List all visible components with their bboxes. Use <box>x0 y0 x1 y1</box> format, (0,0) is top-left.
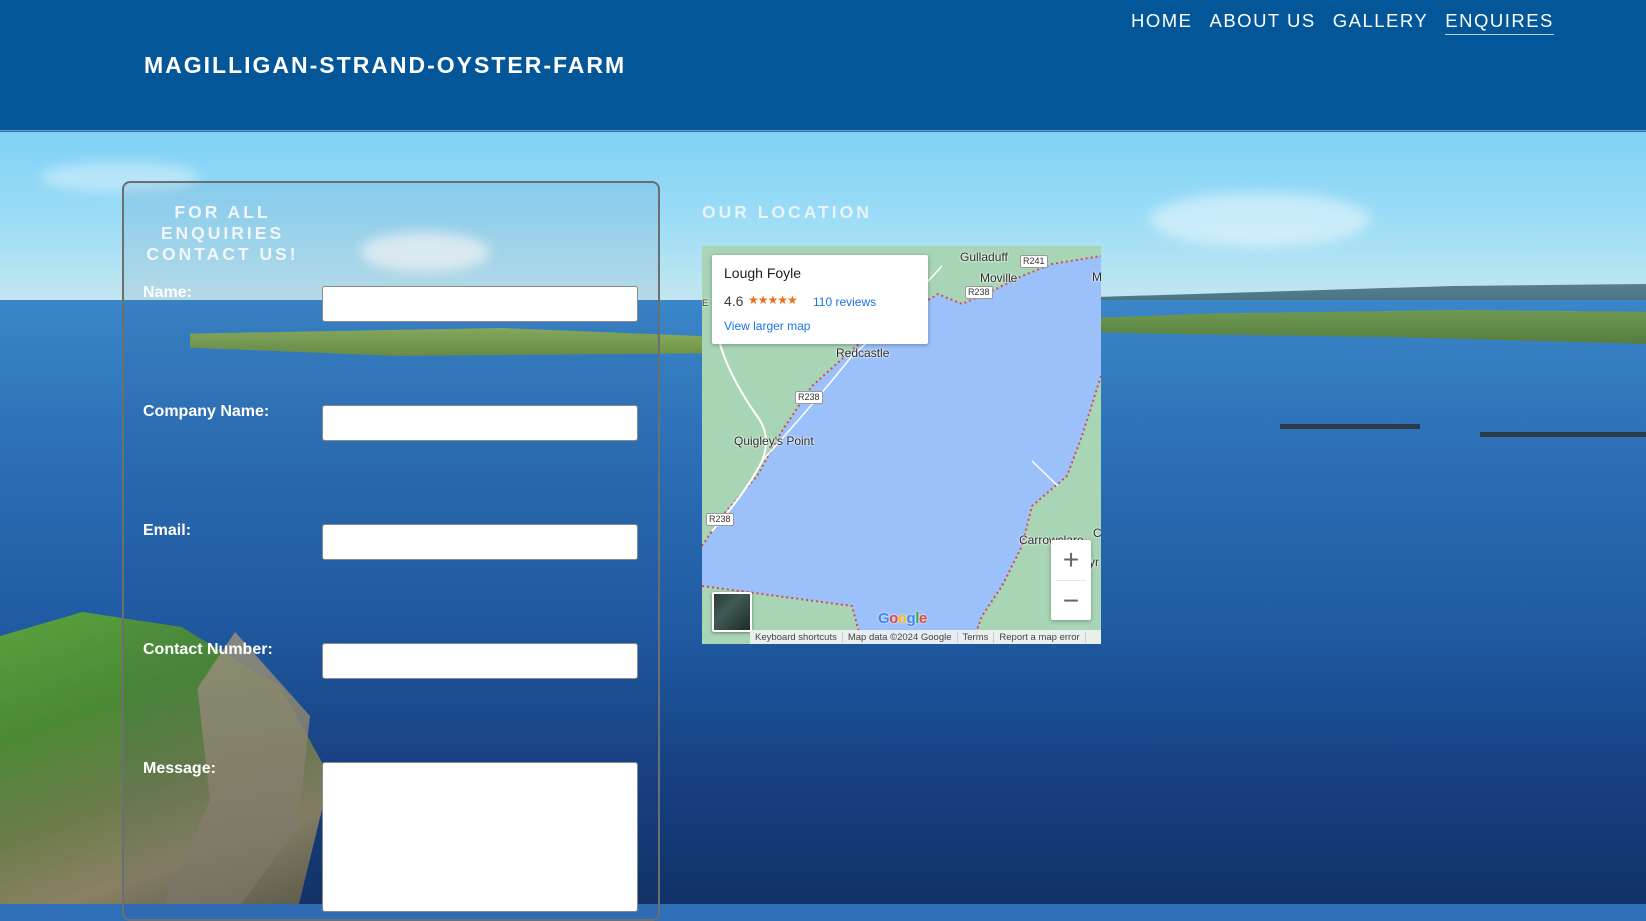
message-label: Message: <box>143 760 216 777</box>
report-map-error-link[interactable]: Report a map error <box>994 631 1086 643</box>
zoom-out-button[interactable]: − <box>1051 581 1091 621</box>
main-nav: HOME ABOUT US GALLERY ENQUIRES <box>1131 10 1554 35</box>
map-label-gulladuff: Gulladuff <box>960 250 1008 264</box>
site-header: MAGILLIGAN-STRAND-OYSTER-FARM HOME ABOUT… <box>0 0 1646 131</box>
map-label-quigleys-point: Quigley's Point <box>734 434 814 448</box>
nav-enquires[interactable]: ENQUIRES <box>1445 10 1554 35</box>
map-attribution-bar: Keyboard shortcuts Map data ©2024 Google… <box>750 630 1101 644</box>
pier <box>1280 424 1420 429</box>
map-data-text: Map data ©2024 Google <box>843 631 958 643</box>
email-label: Email: <box>143 522 192 539</box>
keyboard-shortcuts-link[interactable]: Keyboard shortcuts <box>750 631 843 643</box>
road-label-r238: R238 <box>706 513 734 526</box>
nav-about-us[interactable]: ABOUT US <box>1210 10 1316 35</box>
name-label: Name: <box>143 284 192 301</box>
contact-number-label: Contact Number: <box>143 641 273 658</box>
road-label-r241: R241 <box>1020 255 1048 268</box>
road-label-r238: R238 <box>795 391 823 404</box>
zoom-in-button[interactable]: + <box>1051 540 1091 580</box>
contact-number-input[interactable] <box>322 643 638 679</box>
cloud <box>1150 192 1370 247</box>
map-label-m: M <box>1092 270 1101 284</box>
map-label-e: E <box>702 298 709 308</box>
company-name-input[interactable] <box>322 405 638 441</box>
pier <box>1480 432 1646 437</box>
message-textarea[interactable] <box>322 762 638 912</box>
place-info-card: Lough Foyle 4.6 ★★★★★ 110 reviews View l… <box>712 255 928 344</box>
place-rating: 4.6 <box>724 293 744 309</box>
map-label-moville: Moville <box>980 271 1018 285</box>
terms-link[interactable]: Terms <box>958 631 995 643</box>
company-name-label: Company Name: <box>143 403 270 420</box>
place-name: Lough Foyle <box>724 265 802 281</box>
satellite-toggle-button[interactable] <box>712 592 752 632</box>
name-input[interactable] <box>322 286 638 322</box>
google-logo: Google <box>878 610 927 627</box>
view-larger-map-link[interactable]: View larger map <box>724 319 810 333</box>
map-label-c: C <box>1093 526 1101 540</box>
form-heading: FOR ALL ENQUIRIES CONTACT US! <box>146 202 299 264</box>
map-label-redcastle: Redcastle <box>836 346 890 360</box>
road-label-r238: R238 <box>965 286 993 299</box>
location-heading: OUR LOCATION <box>702 202 872 222</box>
reviews-link[interactable]: 110 reviews <box>813 295 876 309</box>
email-input[interactable] <box>322 524 638 560</box>
rating-stars-icon: ★★★★★ <box>748 293 798 307</box>
site-title[interactable]: MAGILLIGAN-STRAND-OYSTER-FARM <box>144 52 626 79</box>
nav-home[interactable]: HOME <box>1131 10 1193 35</box>
nav-gallery[interactable]: GALLERY <box>1333 10 1429 35</box>
zoom-controls: + − <box>1051 540 1091 620</box>
google-map-embed[interactable]: Gulladuff Moville Redcastle Quigley's Po… <box>702 246 1101 644</box>
